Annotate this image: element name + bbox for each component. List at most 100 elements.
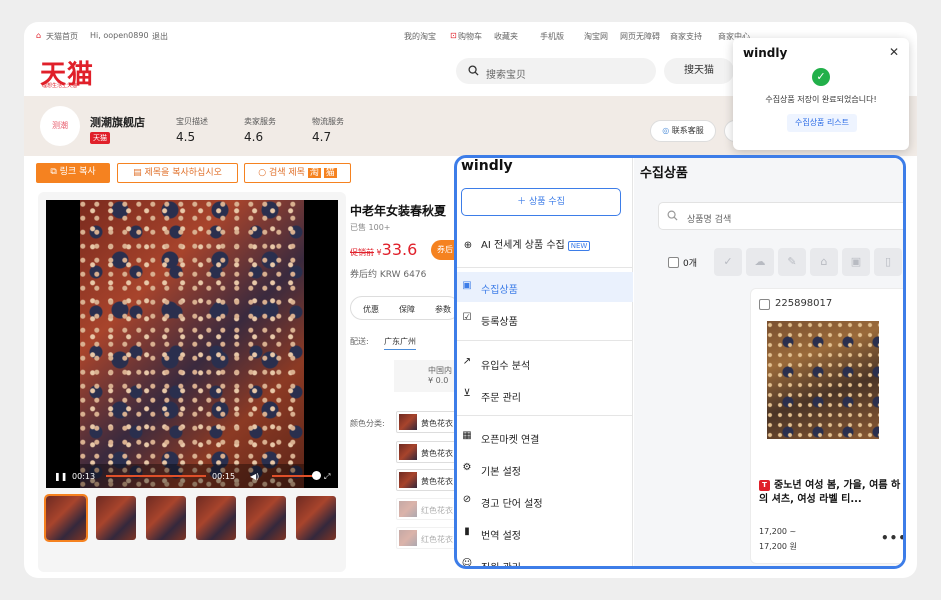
select-all-checkbox[interactable] [668, 257, 679, 268]
color-label: 颜色分类: [350, 419, 385, 428]
product-sold: 已售 100+ [350, 223, 391, 232]
topbar-taobao[interactable]: 淘宝网 [584, 31, 608, 42]
thumbnail[interactable] [196, 496, 236, 540]
topbar-home[interactable]: 天猫首页 [46, 31, 78, 42]
product-checkbox[interactable] [759, 299, 770, 310]
topbar-cart[interactable]: 购物车 [458, 31, 482, 42]
topbar-favorites[interactable]: 收藏夹 [494, 31, 518, 42]
windly-main: 수집상품 상품명 검색 0개 ✓ ☁ ✎ ⌂ ▣ ▯ 225898017 T 중노… [634, 158, 903, 566]
document-icon: ▤ [133, 168, 142, 178]
product-video[interactable]: ❚❚ 00:13 00:15 ◀) ⤢ [46, 200, 338, 488]
product-card[interactable]: 225898017 T 중노년 여성 봄, 가을, 여름 하의 셔츠, 여성 라벨… [750, 288, 903, 564]
close-icon[interactable]: ✕ [889, 45, 899, 59]
copy-title-button[interactable]: ▤ 제목을 복사하십시오 [117, 163, 238, 183]
thumbnail[interactable] [246, 496, 286, 540]
topbar-logout[interactable]: 退出 [152, 31, 168, 42]
gear-icon: ⚙ [462, 462, 472, 473]
chart-icon: ↗ [462, 356, 472, 367]
volume-knob[interactable] [312, 471, 321, 480]
tmall-badge-icon: T [759, 480, 770, 491]
topbar-my-taobao[interactable]: 我的淘宝 [404, 31, 436, 42]
save-icon[interactable]: ▣ [842, 248, 870, 276]
tmall-search-button[interactable]: 搜天猫 [664, 58, 734, 84]
thumbnail[interactable] [146, 496, 186, 540]
color-option[interactable]: 黄色花衣 [396, 469, 456, 491]
shipping-location[interactable]: 广东广州 [384, 336, 416, 350]
nav-settings[interactable]: ⚙ 기본 설정 [457, 454, 633, 484]
product-price-min: 17,200 ~ [759, 527, 797, 536]
product-image[interactable] [767, 321, 879, 439]
fullscreen-icon[interactable]: ⤢ [324, 472, 330, 482]
nav-market[interactable]: ▦ 오픈마켓 연결 [457, 422, 633, 452]
shop-logo[interactable]: 测潮 [40, 106, 80, 146]
cart-icon[interactable]: ⊡ [450, 31, 457, 40]
video-progress-bar[interactable] [106, 475, 206, 477]
trash-icon[interactable]: ▯ [874, 248, 902, 276]
search-placeholder: 搜索宝贝 [486, 70, 526, 81]
shop-name[interactable]: 测潮旗舰店 [90, 114, 145, 130]
plus-icon: ＋ [517, 197, 527, 207]
thumbnail[interactable] [44, 494, 88, 542]
nav-staff[interactable]: ☺ 직원 관리 [457, 550, 633, 566]
nav-registered[interactable]: ☑ 등록상품 [457, 304, 633, 334]
pause-icon[interactable]: ❚❚ [54, 472, 67, 481]
product-title[interactable]: T 중노년 여성 봄, 가을, 여름 하의 셔츠, 여성 라벨 티... [759, 479, 903, 507]
more-icon[interactable]: ••• [881, 531, 903, 545]
shipping-label: 配送: [350, 337, 369, 346]
check-icon[interactable]: ✓ [714, 248, 742, 276]
nav-collected[interactable]: ▣ 수집상품 [457, 272, 633, 302]
nav-orders[interactable]: ⊻ 주문 관리 [457, 380, 633, 410]
tmall-tag: 天猫 [90, 132, 110, 144]
product-tabs: 优惠 保障 参数 [350, 296, 460, 320]
product-gallery: ❚❚ 00:13 00:15 ◀) ⤢ [38, 192, 346, 572]
collected-list-link[interactable]: 수집상품 리스트 [787, 114, 857, 132]
score-service: 卖家服务 4.6 [244, 117, 276, 144]
tmall-icon: 猫 [323, 168, 337, 178]
copy-link-button[interactable]: ⧉ 링크 복사 [36, 163, 110, 183]
search-placeholder: 상품명 검색 [687, 215, 732, 225]
ai-collect-item[interactable]: ⊕ AI 전세계 상품 수집 NEW [461, 236, 591, 251]
home-icon[interactable]: ⌂ [36, 31, 41, 40]
video-time-current: 00:13 [72, 472, 96, 481]
divider [457, 267, 633, 268]
volume-slider[interactable] [272, 475, 316, 477]
color-option[interactable]: 黄色花衣 [396, 441, 456, 463]
page-title: 수집상품 [640, 166, 688, 181]
upload-icon[interactable]: ☁ [746, 248, 774, 276]
contact-service-button[interactable]: ◎ 联系客服 [650, 120, 716, 142]
edit-icon[interactable]: ✎ [778, 248, 806, 276]
clipboard-icon: ▣ [462, 280, 472, 291]
topbar-merchant-support[interactable]: 商家支持 [670, 31, 702, 42]
topbar-mobile[interactable]: 手机版 [540, 31, 564, 42]
topbar-greeting: Hi, oopen0890 [90, 31, 149, 40]
tmall-slogan: 理想生活上天猫 [42, 83, 78, 89]
shipping-option[interactable]: 中国内 ¥ 0.0 [394, 360, 454, 392]
collect-product-button[interactable]: ＋ 상품 수집 [461, 188, 621, 216]
tab-guarantee[interactable]: 保障 [399, 304, 415, 315]
nav-warning-words[interactable]: ⊘ 경고 단어 설정 [457, 486, 633, 516]
shop-card[interactable]: 测潮 测潮旗舰店 天猫 [40, 106, 145, 146]
thumbnail[interactable] [296, 496, 336, 540]
toast-message: 수집상품 저장이 완료되었습니다! [765, 95, 877, 104]
windly-panel: windly ＋ 상품 수집 ⊕ AI 전세계 상품 수집 NEW ▣ 수집상품 ☑ 등… [454, 155, 906, 569]
tmall-search-input[interactable]: 搜索宝贝 [456, 58, 656, 84]
select-all[interactable]: 0개 [668, 256, 697, 269]
thumbnail[interactable] [96, 496, 136, 540]
color-option[interactable]: 黄色花衣 [396, 411, 456, 433]
topbar-accessibility[interactable]: 网页无障碍 [620, 31, 660, 42]
product-id: 225898017 [775, 298, 833, 309]
color-option[interactable]: 红色花衣 [396, 527, 456, 549]
product-search-input[interactable]: 상품명 검색 [658, 202, 903, 230]
volume-icon[interactable]: ◀) [250, 472, 259, 481]
tag-icon[interactable]: ⌂ [810, 248, 838, 276]
search-title-button[interactable]: ○ 검색 제목 淘 猫 [244, 163, 351, 183]
cart-icon: ⊻ [463, 388, 471, 399]
color-option[interactable]: 红色花衣 [396, 498, 456, 520]
nav-traffic[interactable]: ↗ 유입수 분석 [457, 348, 633, 378]
tab-discount[interactable]: 优惠 [363, 304, 379, 315]
score-logistics: 物流服务 4.7 [312, 117, 344, 144]
tab-params[interactable]: 参数 [435, 304, 451, 315]
check-icon: ✓ [812, 68, 830, 86]
nav-translation[interactable]: ▮ 번역 설정 [457, 518, 633, 548]
product-price: 促销前 ¥33.6 [350, 240, 418, 259]
